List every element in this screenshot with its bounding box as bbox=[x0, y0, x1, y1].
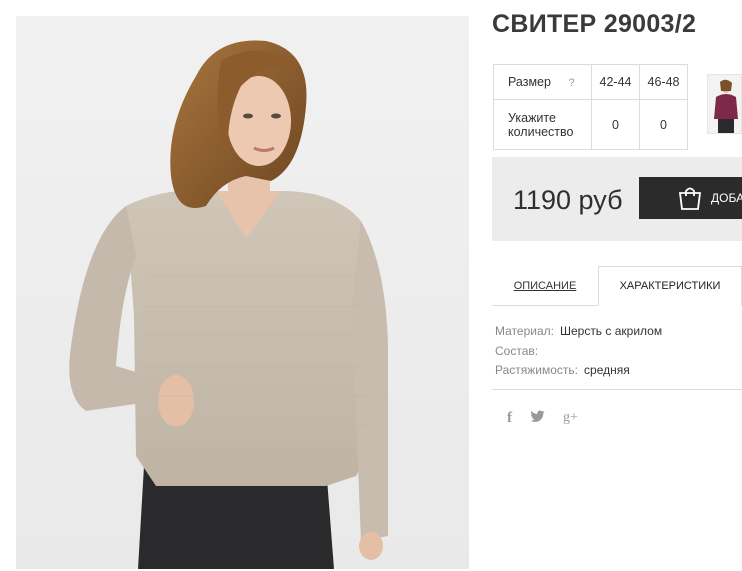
price-panel: 1190 руб ДОБАВИТЬ В КОРЗИНУ bbox=[492, 157, 742, 241]
size-quantity-table: Размер ? 42-44 46-48 Укажите количество … bbox=[493, 64, 688, 150]
tab-description[interactable]: ОПИСАНИЕ bbox=[492, 266, 598, 306]
quantity-input-42-44[interactable]: 0 bbox=[591, 99, 640, 150]
model-photo-illustration bbox=[69, 40, 388, 569]
specs-list: Материал: Шерсть с акрилом Состав: Растяж… bbox=[495, 322, 662, 381]
product-tabs: ОПИСАНИЕ ХАРАКТЕРИСТИКИ bbox=[492, 266, 742, 306]
product-photo[interactable] bbox=[16, 16, 469, 569]
spec-key: Состав: bbox=[495, 343, 539, 358]
product-thumbnail[interactable] bbox=[707, 74, 742, 134]
spec-row-material: Материал: Шерсть с акрилом bbox=[495, 322, 662, 342]
size-row: Размер ? 42-44 46-48 bbox=[493, 64, 688, 100]
add-to-cart-button[interactable]: ДОБАВИТЬ В КОРЗИНУ bbox=[639, 177, 742, 219]
quantity-label-line1: Укажите bbox=[508, 110, 556, 125]
tab-characteristics[interactable]: ХАРАКТЕРИСТИКИ bbox=[598, 266, 742, 306]
quantity-label-line2: количество bbox=[508, 124, 574, 139]
shopping-bag-icon bbox=[678, 187, 702, 210]
quantity-input-46-48[interactable]: 0 bbox=[639, 99, 688, 150]
spec-value: Шерсть с акрилом bbox=[559, 324, 663, 338]
spec-key: Растяжимость: bbox=[495, 363, 579, 377]
twitter-icon[interactable] bbox=[530, 410, 545, 427]
spec-row-stretch: Растяжимость: средняя bbox=[495, 361, 662, 381]
size-option-42-44: 42-44 bbox=[591, 64, 640, 100]
spec-value: средняя bbox=[584, 363, 630, 377]
size-label-cell: Размер ? bbox=[493, 64, 592, 100]
quantity-label-cell: Укажите количество bbox=[493, 99, 592, 150]
thumbnail-image bbox=[708, 75, 741, 133]
twitter-bird-icon bbox=[530, 410, 545, 422]
size-label: Размер bbox=[508, 75, 551, 89]
social-share: f g+ bbox=[507, 410, 578, 427]
size-option-46-48: 46-48 bbox=[639, 64, 688, 100]
facebook-icon[interactable]: f bbox=[507, 410, 512, 427]
size-help-icon[interactable]: ? bbox=[568, 77, 574, 89]
add-to-cart-label: ДОБАВИТЬ В КОРЗИНУ bbox=[711, 191, 742, 205]
spec-row-composition: Состав: bbox=[495, 342, 662, 362]
product-title: СВИТЕР 29003/2 bbox=[492, 10, 697, 38]
product-price: 1190 руб bbox=[513, 185, 623, 215]
spec-key: Материал: bbox=[495, 324, 554, 338]
quantity-row: Укажите количество 0 0 bbox=[493, 99, 688, 150]
section-divider bbox=[492, 389, 742, 390]
googleplus-icon[interactable]: g+ bbox=[563, 410, 578, 427]
